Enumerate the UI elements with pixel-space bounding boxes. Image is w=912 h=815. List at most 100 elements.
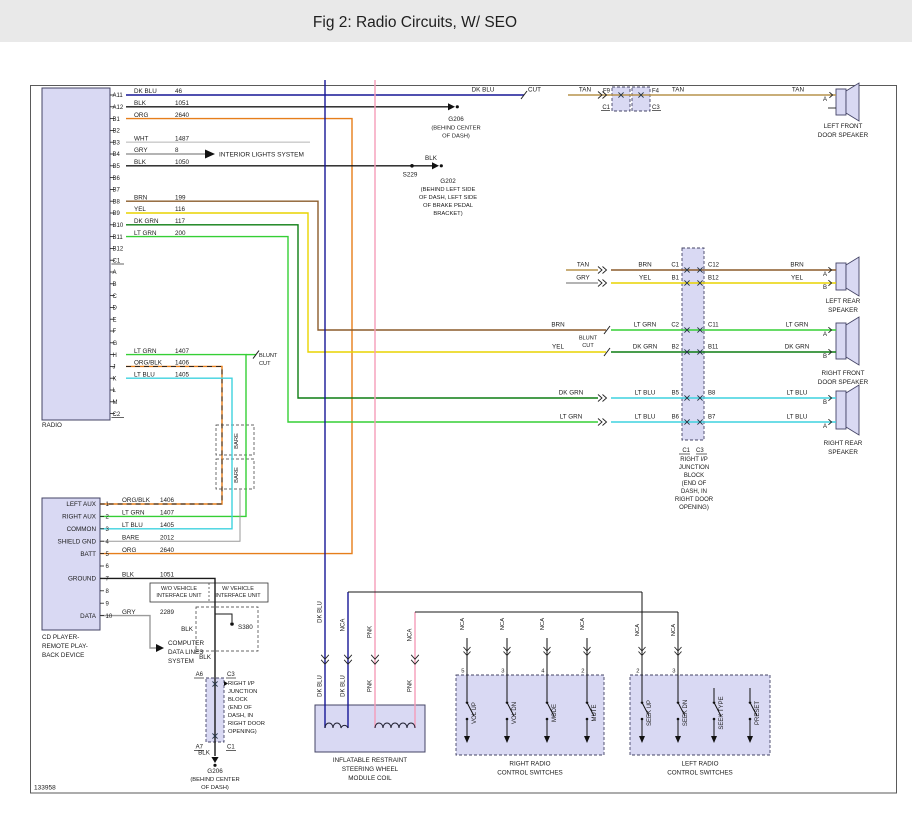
nca-label: NCA	[500, 618, 506, 630]
junction-pin-label: B12	[708, 276, 719, 282]
wire-color-label: LT GRN	[122, 510, 145, 517]
speaker-pin-label: B	[823, 400, 827, 406]
speaker-magnet	[836, 263, 846, 290]
switch-pin-number: 2	[636, 669, 639, 675]
radio-pin-id: B	[113, 282, 117, 288]
junction-pin-label: B7	[708, 415, 716, 421]
junction-block-label: BLOCK	[684, 473, 704, 479]
wire-color-label: DK BLU	[318, 601, 324, 623]
connector-id-label: C3	[227, 672, 235, 678]
splice-label: S380	[238, 624, 253, 631]
cd-pin-label: SHIELD GND	[58, 538, 97, 545]
nca-label: NCA	[460, 618, 466, 630]
junction-block-label: RIGHT DOOR	[228, 721, 265, 727]
wire-color-label: BLK	[181, 626, 194, 633]
wire-color-label: BRN	[551, 322, 565, 329]
junction-block-label: (END OF	[682, 481, 707, 487]
ground-location-label: OF DASH)	[201, 785, 229, 791]
junction-block-label: RIGHT I/P	[680, 457, 708, 463]
junction-pin-label: B1	[672, 276, 680, 282]
switch-label: SEEK TYPE	[719, 696, 725, 729]
speaker-name: SPEAKER	[828, 307, 858, 314]
switch-bank-label: CONTROL SWITCHES	[497, 770, 563, 777]
interface-option-label: W/O VEHICLE	[161, 586, 197, 592]
junction-block-label: RIGHT I/P	[228, 681, 255, 687]
interface-option-label: INTERFACE UNIT	[156, 593, 202, 599]
wire-color-label: TAN	[792, 87, 805, 94]
junction-block-label: JUNCTION	[679, 465, 709, 471]
nca-label: NCA	[635, 624, 641, 636]
switch-label: VOL UP	[472, 702, 478, 724]
wire-color-label: YEL	[791, 275, 803, 282]
junction-block-label: (END OF	[228, 705, 252, 711]
junction-block-box	[682, 248, 704, 440]
junction-pin-label: B2	[672, 345, 680, 351]
wire-color-label: TAN	[579, 87, 592, 94]
coil-label: MODULE COIL	[348, 775, 392, 782]
junction-block-label: DASH, IN	[228, 713, 253, 719]
speaker-name: SPEAKER	[828, 449, 858, 456]
wire-color-label: WHT	[134, 135, 148, 142]
speaker-cone	[846, 385, 859, 435]
radio-pin-id: D	[113, 306, 118, 312]
radio-pin-id: B9	[113, 211, 121, 217]
cd-player-label: CD PLAYER-	[42, 634, 79, 641]
wire-color-label: LT GRN	[134, 230, 157, 237]
splice-dot	[410, 164, 414, 168]
blunt-cut-label: BLUNT	[579, 336, 598, 342]
wire-circuit-label: 1405	[175, 371, 190, 378]
wire-color-label: DK BLU	[472, 87, 495, 94]
interface-option-label: INTERFACE UNIT	[215, 593, 261, 599]
steering-coil-box	[315, 705, 425, 752]
page-title: Fig 2: Radio Circuits, W/ SEO	[313, 14, 517, 31]
ground-location-label: OF BRAKE PEDAL	[423, 203, 474, 209]
connector-id-label: C1	[682, 448, 690, 454]
junction-pin-label: B8	[708, 391, 716, 397]
ground-location-label: OF DASH)	[442, 134, 470, 140]
wire-circuit-label: 116	[175, 206, 186, 213]
radio-pin-id: B7	[113, 188, 121, 194]
wire-circuit-label: 199	[175, 194, 186, 201]
cd-pin-label: RIGHT AUX	[62, 514, 97, 521]
ground-dot-icon	[456, 105, 459, 108]
wire-circuit-label: 1406	[160, 497, 175, 504]
nca-label: NCA	[580, 618, 586, 630]
system-link-label: INTERIOR LIGHTS SYSTEM	[219, 152, 304, 159]
junction-pin-label: C11	[708, 323, 719, 329]
switch-pin-number: 3	[501, 669, 504, 675]
wire-circuit-label: 46	[175, 88, 183, 95]
junction-pin-label: C2	[671, 323, 679, 329]
ground-location-label: (BEHIND CENTER	[190, 777, 239, 783]
radio-pin-id: F	[113, 329, 117, 335]
switch-bank-label: LEFT RADIO	[682, 761, 719, 768]
switch-pin-number: 2	[581, 669, 584, 675]
right-switches-box	[456, 675, 604, 755]
wire-color-label: BLK	[425, 155, 438, 162]
wire-color-label: GRY	[134, 147, 148, 154]
page: Fig 2: Radio Circuits, W/ SEO 133958 A L…	[0, 0, 912, 815]
coil-label: STEERING WHEEL	[342, 766, 399, 773]
wire-color-label: BLK	[122, 572, 135, 579]
wire-color-label: PNK	[408, 680, 414, 692]
radio-pin-id: C2	[113, 412, 121, 418]
radio-label: RADIO	[42, 422, 62, 429]
wire-circuit-label: 1406	[175, 360, 190, 367]
speaker-pin-label: A	[823, 272, 827, 278]
wire-color-label: YEL	[552, 344, 564, 351]
wire-color-label: GRY	[576, 275, 590, 282]
wire-color-label: LT BLU	[787, 414, 808, 421]
wire-color-label: YEL	[134, 206, 146, 213]
connector-pin-label: F4	[652, 89, 660, 95]
radio-pin-id: A11	[113, 93, 124, 99]
wire-color-label: NCA	[408, 629, 414, 642]
wire-color-label: LT BLU	[122, 522, 143, 529]
junction-block-label: JUNCTION	[228, 689, 257, 695]
cd-pin-label: DATA	[80, 613, 97, 620]
cd-pin-label: BATT	[80, 551, 96, 558]
wire-circuit-label: 1050	[175, 159, 190, 166]
wire-color-label: ORG/BLK	[134, 360, 163, 367]
wire-color-label: DK BLU	[341, 675, 347, 697]
wire-color-label: BRN	[134, 194, 148, 201]
splice-dot	[230, 622, 234, 626]
speaker-name: RIGHT FRONT	[822, 370, 865, 377]
